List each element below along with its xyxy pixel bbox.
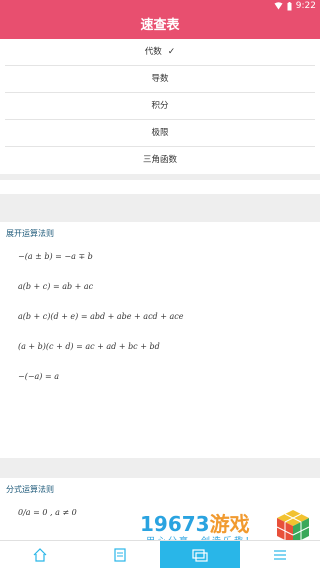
category-dropdown: 代数 ✓ 导数 积分 极限 三角函数 — [0, 39, 320, 174]
status-time: 9:22 — [295, 1, 316, 11]
dropdown-item-label: 极限 — [151, 128, 169, 138]
page-title: 速查表 — [140, 18, 180, 33]
dropdown-item-label: 积分 — [151, 101, 169, 111]
check-icon: ✓ — [167, 47, 176, 57]
dropdown-item-derivative[interactable]: 导数 — [5, 66, 315, 93]
app-bar: 速查表 — [0, 13, 320, 39]
section-title: 分式运算法则 — [6, 485, 54, 494]
watermark-brand: 19673游戏 — [140, 512, 250, 536]
nav-menu[interactable] — [240, 541, 320, 568]
document-icon — [114, 547, 126, 562]
dropdown-item-label: 三角函数 — [142, 155, 177, 165]
section-spacer — [0, 180, 320, 194]
dropdown-item-algebra[interactable]: 代数 ✓ — [5, 39, 315, 66]
nav-cheatsheet[interactable] — [160, 541, 240, 568]
formula[interactable]: −(a ± b) = −a ∓ b — [0, 242, 320, 272]
formula[interactable]: −(−a) = a — [0, 362, 320, 392]
dropdown-item-trig[interactable]: 三角函数 — [5, 147, 315, 174]
battery-icon — [287, 1, 292, 10]
status-bar: 9:22 — [0, 0, 320, 13]
section-title: 展开运算法则 — [6, 229, 54, 238]
dropdown-item-label: 导数 — [151, 74, 169, 84]
formula[interactable]: a(b + c)(d + e) = abd + abe + acd + ace — [0, 302, 320, 332]
dropdown-item-label: 代数 — [144, 47, 162, 57]
cards-icon — [192, 548, 208, 562]
formula[interactable]: (a + b)(c + d) = ac + ad + bc + bd — [0, 332, 320, 362]
nav-document[interactable] — [80, 541, 160, 568]
bottom-nav — [0, 540, 320, 568]
menu-icon — [274, 549, 286, 560]
home-icon — [33, 547, 47, 562]
dropdown-item-integral[interactable]: 积分 — [5, 93, 315, 120]
dropdown-item-limit[interactable]: 极限 — [5, 120, 315, 147]
wifi-icon — [274, 2, 283, 10]
formula[interactable]: a(b + c) = ab + ac — [0, 272, 320, 302]
nav-home[interactable] — [0, 541, 80, 568]
section-expansion: 展开运算法则 −(a ± b) = −a ∓ b a(b + c) = ab +… — [0, 222, 320, 458]
